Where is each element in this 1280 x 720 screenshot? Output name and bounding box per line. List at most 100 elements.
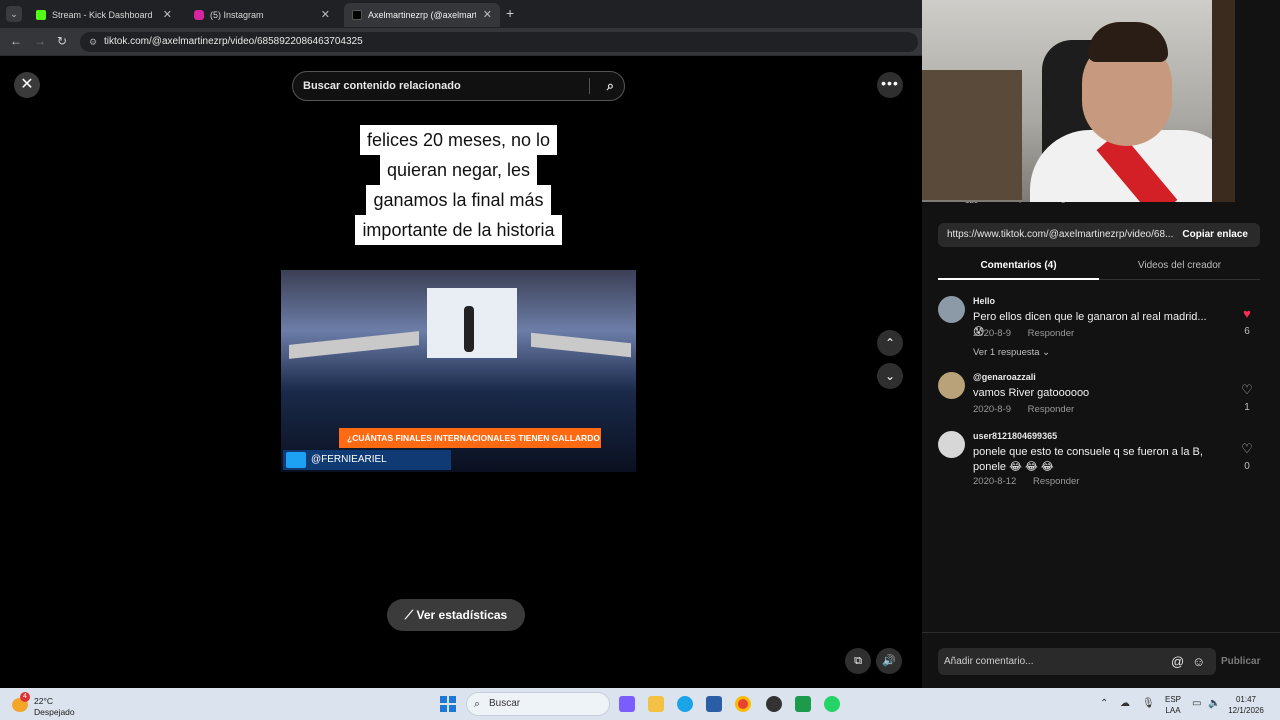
emoji-icon[interactable]: ☺ xyxy=(1192,648,1205,675)
video-player[interactable]: felices 20 meses, no lo quieran negar, l… xyxy=(281,57,636,688)
file-explorer-icon[interactable] xyxy=(648,696,664,712)
comment-username[interactable]: Hello xyxy=(973,296,995,306)
tab-comments[interactable]: Comentarios (4) xyxy=(938,252,1099,280)
studio-presenter xyxy=(464,306,474,352)
comment-meta: 2020-8-12 Responder xyxy=(973,476,1079,487)
broadcast-lower-third: ¿CUÁNTAS FINALES INTERNACIONALES TIENEN … xyxy=(339,428,601,448)
studio-desk-right xyxy=(531,332,631,358)
webcam-door xyxy=(1212,0,1235,202)
comment-meta: 2020-8-9 Responder xyxy=(973,404,1074,415)
avatar[interactable] xyxy=(938,431,965,458)
tab-tiktok[interactable]: Axelmartinezrp (@axelmarti... ✕ xyxy=(344,3,500,27)
kick-favicon-icon xyxy=(36,10,46,20)
webcam-shelf xyxy=(922,70,1022,200)
twitter-handle: @FERNIEARIEL xyxy=(311,454,387,465)
back-icon[interactable]: ← xyxy=(10,34,22,48)
reply-button[interactable]: Responder xyxy=(1033,476,1079,487)
show-hidden-icons[interactable]: ⌃ xyxy=(1100,698,1108,709)
reply-button[interactable]: Responder xyxy=(1028,404,1074,415)
close-video-button[interactable]: ✕ xyxy=(14,72,40,98)
comment-like-count: 1 xyxy=(1244,402,1250,413)
tiktok-video-page: ✕ felices 20 meses, no lo quieran negar,… xyxy=(0,57,922,688)
caption-line: ganamos la final más xyxy=(366,185,551,215)
view-stats-button[interactable]: ⟋ Ver estadísticas xyxy=(387,599,525,631)
search-icon: ⌕ xyxy=(474,698,481,710)
add-comment-placeholder: Añadir comentario... xyxy=(944,656,1034,667)
caption-line: quieran negar, les xyxy=(379,155,538,185)
instagram-favicon-icon xyxy=(194,10,204,20)
comment-username[interactable]: @genaroazzali xyxy=(973,372,1036,382)
comment-username[interactable]: user8121804699365 xyxy=(973,431,1057,441)
mention-icon[interactable]: @ xyxy=(1171,648,1184,675)
studio-desk-left xyxy=(289,331,419,359)
search-icon[interactable]: ⌕ xyxy=(607,72,614,100)
search-placeholder: Buscar contenido relacionado xyxy=(303,80,461,92)
chart-icon: ⟋ xyxy=(404,608,417,622)
onedrive-icon[interactable]: ☁ xyxy=(1120,698,1130,709)
microphone-icon[interactable]: 🎙 xyxy=(1142,698,1155,709)
comment-date: 2020-8-9 xyxy=(973,328,1012,339)
view-replies-button[interactable]: Ver 1 respuesta ⌄ xyxy=(973,347,1050,358)
like-heart-icon[interactable]: ♡ xyxy=(1239,382,1255,398)
whatsapp-icon[interactable] xyxy=(824,696,840,712)
tab-creator-videos[interactable]: Videos del creador xyxy=(1099,252,1260,280)
publish-button[interactable]: Publicar xyxy=(1221,648,1260,675)
tiktok-favicon-icon xyxy=(352,10,362,20)
language-bottom: LAA xyxy=(1165,706,1181,715)
speaker-icon[interactable]: 🔈 xyxy=(1208,698,1220,709)
obs-icon[interactable] xyxy=(766,696,782,712)
add-comment-input[interactable]: Añadir comentario... @ ☺ xyxy=(938,648,1216,675)
previous-video-button[interactable]: ⌃ xyxy=(877,330,903,356)
start-menu-icon[interactable] xyxy=(440,696,456,712)
share-link-row: https://www.tiktok.com/@axelmartinezrp/v… xyxy=(938,223,1260,247)
volume-icon[interactable]: 🔊 xyxy=(876,648,902,674)
tab-search-menu-icon[interactable]: ⌄ xyxy=(6,6,22,22)
tab-close-icon[interactable]: ✕ xyxy=(321,8,330,21)
search-divider xyxy=(589,78,590,94)
related-search-input[interactable]: Buscar contenido relacionado ⌕ xyxy=(292,71,625,101)
site-info-icon[interactable]: ⚙ xyxy=(89,32,97,52)
tab-title: Stream - Kick Dashboard xyxy=(52,10,153,20)
temperature: 22°C xyxy=(34,696,53,706)
time: 01:47 xyxy=(1235,695,1257,704)
store-icon[interactable] xyxy=(706,696,722,712)
caption-line: felices 20 meses, no lo xyxy=(359,125,558,155)
comment-text: vamos River gatoooooo xyxy=(973,387,1090,399)
avatar[interactable] xyxy=(938,372,965,399)
reload-icon[interactable]: ↻ xyxy=(57,34,67,48)
address-bar[interactable]: ⚙ tiktok.com/@axelmartinezrp/video/68589… xyxy=(80,32,918,52)
copy-link-button[interactable]: Copiar enlace xyxy=(1182,223,1248,247)
stats-label: Ver estadísticas xyxy=(416,608,508,622)
new-tab-icon[interactable]: + xyxy=(506,5,514,21)
forward-icon[interactable]: → xyxy=(34,34,46,48)
taskbar-search[interactable]: ⌕ Buscar xyxy=(466,692,610,716)
comment-item: user8121804699365 ponele que esto te con… xyxy=(938,431,1260,491)
edge-icon[interactable] xyxy=(677,696,693,712)
tab-kick-dashboard[interactable]: Stream - Kick Dashboard ✕ xyxy=(28,3,180,27)
chrome-icon[interactable] xyxy=(735,696,751,712)
weather-text: 22°C Despejado xyxy=(34,696,75,718)
url-text: tiktok.com/@axelmartinezrp/video/6858922… xyxy=(104,36,363,47)
copilot-icon[interactable] xyxy=(619,696,635,712)
like-heart-icon[interactable]: ♡ xyxy=(1239,441,1255,457)
reply-button[interactable]: Responder xyxy=(1028,328,1074,339)
tab-instagram[interactable]: (5) Instagram ✕ xyxy=(186,3,338,27)
twitter-handle-banner: @FERNIEARIEL xyxy=(283,450,451,470)
next-video-button[interactable]: ⌄ xyxy=(877,363,903,389)
network-icon[interactable]: ▭ xyxy=(1192,698,1201,709)
more-options-button[interactable]: ••• xyxy=(877,72,903,98)
like-heart-icon[interactable]: ♥ xyxy=(1239,306,1255,321)
clock[interactable]: 01:47 12/1/2026 xyxy=(1226,694,1266,716)
comment-date: 2020-8-12 xyxy=(973,476,1017,487)
comment-meta: 2020-8-9 Responder xyxy=(973,328,1074,339)
xbox-icon[interactable] xyxy=(795,696,811,712)
date: 12/1/2026 xyxy=(1228,706,1264,715)
tab-close-icon[interactable]: ✕ xyxy=(483,8,492,21)
avatar[interactable] xyxy=(938,296,965,323)
picture-in-picture-button[interactable]: ⧉ xyxy=(845,648,871,674)
tab-close-icon[interactable]: ✕ xyxy=(163,8,172,21)
video-caption: felices 20 meses, no lo quieran negar, l… xyxy=(281,125,636,245)
language-top: ESP xyxy=(1164,695,1181,704)
language-indicator[interactable]: ESP LAA xyxy=(1162,694,1184,716)
caption-line: importante de la historia xyxy=(355,215,562,245)
